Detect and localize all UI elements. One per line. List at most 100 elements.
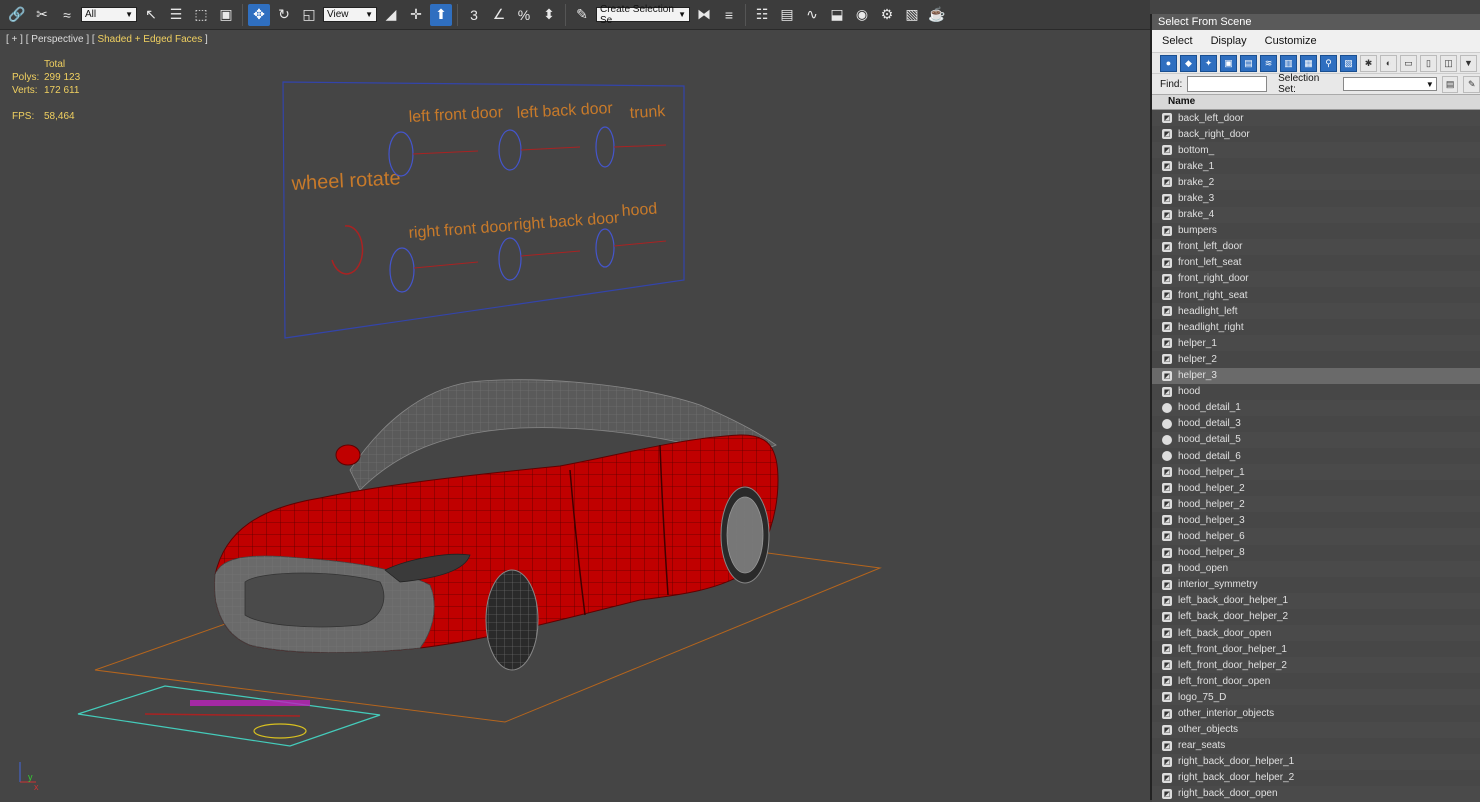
move-icon[interactable]: ✥ — [248, 3, 270, 26]
list-item[interactable]: ◩ helper_1 — [1152, 335, 1480, 352]
scale-icon[interactable]: ◱ — [298, 4, 320, 26]
bind-spacewarp-icon[interactable]: ≈ — [56, 4, 78, 26]
list-item[interactable]: ◩ front_right_seat — [1152, 287, 1480, 304]
list-item[interactable]: ◩ hood_helper_1 — [1152, 464, 1480, 481]
select-by-name-icon[interactable]: ☰ — [165, 4, 187, 26]
list-item[interactable]: ◩ brake_2 — [1152, 174, 1480, 191]
list-item[interactable]: ◩ bottom_ — [1152, 142, 1480, 159]
list-item[interactable]: ◩ front_left_door — [1152, 238, 1480, 255]
menu-select[interactable]: Select — [1162, 35, 1193, 47]
list-item[interactable]: hood_detail_3 — [1152, 415, 1480, 432]
list-item[interactable]: ◩ headlight_left — [1152, 303, 1480, 320]
right-back-door-control[interactable] — [498, 237, 522, 281]
scene-object-list[interactable]: ◩ back_left_door ◩ back_right_door ◩ bottom_ ◩… — [1152, 110, 1480, 802]
filter-icon[interactable]: ▼ — [1460, 54, 1477, 72]
list-item[interactable]: ◩ right_back_door_helper_2 — [1152, 769, 1480, 786]
right-front-door-control[interactable] — [389, 247, 415, 293]
rect-selection-icon[interactable]: ⬚ — [190, 4, 212, 26]
display-hidden-icon[interactable]: ◐ — [1380, 54, 1397, 72]
list-item[interactable]: ◩ left_front_door_helper_1 — [1152, 641, 1480, 658]
display-shapes-icon[interactable]: ◆ — [1180, 54, 1197, 72]
reference-coord-dropdown[interactable]: View ▼ — [323, 7, 377, 22]
list-item[interactable]: hood_detail_5 — [1152, 431, 1480, 448]
pivot-center-icon[interactable]: ◢ — [380, 4, 402, 26]
list-item[interactable]: ◩ right_back_door_helper_1 — [1152, 753, 1480, 770]
render-setup-icon[interactable]: ⚙ — [876, 4, 898, 26]
selection-set-dropdown[interactable]: ▼ — [1343, 77, 1437, 91]
list-item[interactable]: ◩ hood_open — [1152, 560, 1480, 577]
display-frozen-icon[interactable]: ✱ — [1360, 54, 1377, 72]
ribbon-icon[interactable]: ▤ — [776, 4, 798, 26]
selection-filter-dropdown[interactable]: All ▼ — [81, 7, 137, 22]
align-icon[interactable]: ≡ — [718, 4, 740, 26]
keyboard-shortcut-icon[interactable]: ⬆ — [430, 3, 452, 26]
edit-selection-set-icon[interactable]: ✎ — [1463, 75, 1480, 93]
list-item[interactable]: ◩ back_right_door — [1152, 126, 1480, 143]
list-item[interactable]: ◩ interior_symmetry — [1152, 576, 1480, 593]
list-item[interactable]: ◩ bumpers — [1152, 222, 1480, 239]
unlink-icon[interactable]: ✂ — [31, 4, 53, 26]
list-item[interactable]: ◩ other_interior_objects — [1152, 705, 1480, 722]
curve-editor-icon[interactable]: ∿ — [801, 4, 823, 26]
list-item[interactable]: ◩ helper_2 — [1152, 351, 1480, 368]
layer-manager-icon[interactable]: ☷ — [751, 4, 773, 26]
list-item[interactable]: hood_detail_1 — [1152, 399, 1480, 416]
display-groups-icon[interactable]: ▥ — [1280, 54, 1297, 72]
list-item[interactable]: ◩ helper_3 — [1152, 367, 1480, 384]
angle-snap-icon[interactable]: ∠ — [488, 4, 510, 26]
list-item[interactable]: ◩ hood_helper_2 — [1152, 480, 1480, 497]
menu-display[interactable]: Display — [1211, 35, 1247, 47]
perspective-viewport[interactable]: [ + ] [ Perspective ] [ Shaded + Edged F… — [0, 30, 1150, 800]
list-item[interactable]: ◩ hood — [1152, 383, 1480, 400]
column-header-name[interactable]: Name — [1152, 94, 1480, 110]
panel-title[interactable]: Select From Scene — [1152, 14, 1480, 30]
named-selection-dropdown[interactable]: Create Selection Se ▼ — [596, 4, 690, 26]
wheel-rotate-icon[interactable] — [331, 225, 364, 275]
list-item[interactable]: hood_detail_6 — [1152, 447, 1480, 465]
list-item[interactable]: ◩ hood_helper_8 — [1152, 544, 1480, 561]
display-containers-icon[interactable]: ▧ — [1340, 54, 1357, 72]
save-selection-set-icon[interactable]: ▤ — [1441, 75, 1459, 93]
display-bones-icon[interactable]: ⚲ — [1320, 54, 1337, 72]
car-model[interactable] — [214, 379, 779, 671]
list-item[interactable]: ◩ back_left_door — [1152, 110, 1480, 127]
list-item[interactable]: ◩ left_front_door_helper_2 — [1152, 657, 1480, 674]
display-none-icon[interactable]: ▯ — [1420, 54, 1437, 72]
display-all-icon[interactable]: ▭ — [1400, 54, 1417, 72]
list-item[interactable]: ◩ brake_3 — [1152, 190, 1480, 207]
material-editor-icon[interactable]: ◉ — [851, 4, 873, 26]
schematic-view-icon[interactable]: ⬓ — [826, 4, 848, 26]
select-manipulate-icon[interactable]: ✛ — [405, 4, 427, 26]
render-frame-icon[interactable]: ▧ — [901, 4, 923, 26]
edit-named-selection-icon[interactable]: ✎ — [571, 4, 593, 26]
list-item[interactable]: ◩ front_right_door — [1152, 270, 1480, 288]
left-back-door-control[interactable] — [498, 129, 522, 171]
list-item[interactable]: ◩ headlight_right — [1152, 319, 1480, 336]
display-geometry-icon[interactable]: ● — [1160, 54, 1177, 72]
list-item[interactable]: ◩ brake_1 — [1152, 158, 1480, 175]
helper-plate[interactable] — [77, 685, 381, 747]
display-helpers-icon[interactable]: ▤ — [1240, 54, 1257, 72]
display-spacewarps-icon[interactable]: ≋ — [1260, 54, 1277, 72]
hood-control[interactable] — [595, 228, 615, 268]
list-item[interactable]: ◩ left_front_door_open — [1152, 673, 1480, 690]
control-board[interactable]: wheel rotate left front door left back d… — [282, 81, 685, 339]
list-item[interactable]: ◩ hood_helper_3 — [1152, 512, 1480, 529]
list-item[interactable]: ◩ rear_seats — [1152, 737, 1480, 754]
select-object-icon[interactable]: ↖ — [140, 4, 162, 26]
display-xrefs-icon[interactable]: ▦ — [1300, 54, 1317, 72]
mirror-icon[interactable]: ⧓ — [693, 4, 715, 26]
list-item[interactable]: ◩ left_back_door_helper_1 — [1152, 592, 1480, 609]
window-crossing-icon[interactable]: ▣ — [215, 4, 237, 26]
list-item[interactable]: ◩ brake_4 — [1152, 206, 1480, 223]
list-item[interactable]: ◩ front_left_seat — [1152, 254, 1480, 271]
menu-customize[interactable]: Customize — [1265, 35, 1317, 47]
list-item[interactable]: ◩ other_objects — [1152, 721, 1480, 738]
percent-snap-icon[interactable]: % — [513, 4, 535, 26]
list-item[interactable]: ◩ hood_helper_6 — [1152, 528, 1480, 545]
find-input[interactable] — [1187, 76, 1268, 92]
link-icon[interactable]: 🔗 — [6, 4, 28, 26]
display-lights-icon[interactable]: ✦ — [1200, 54, 1217, 72]
rotate-icon[interactable]: ↻ — [273, 4, 295, 26]
trunk-control[interactable] — [595, 126, 615, 168]
